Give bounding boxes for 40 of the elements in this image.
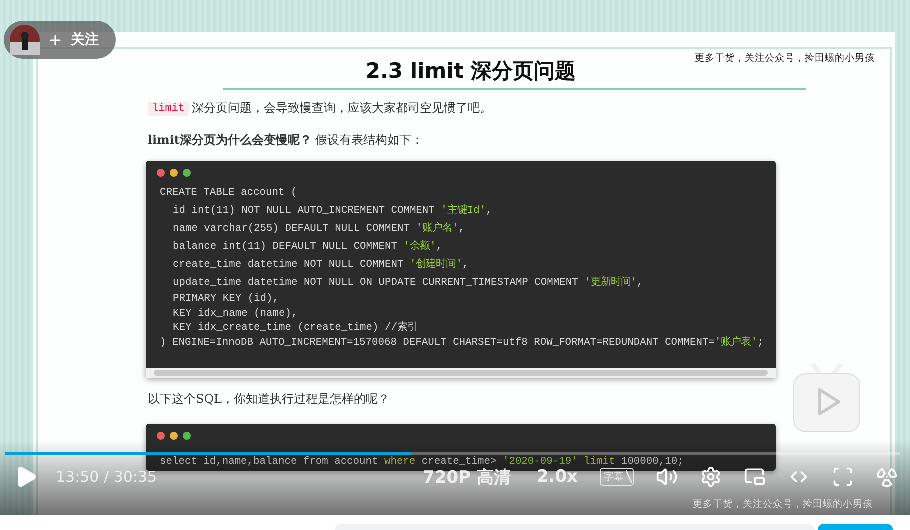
speed-button[interactable]: 2.0x [536,467,578,487]
window-dot-icon [170,432,178,440]
code-line: select id,name,balance from account where create_time> '2020-09-19' limit 100000,10; [160,456,684,468]
window-dot-icon [183,432,191,440]
caption-text: 更多干货，关注公众号，捡田螺的小男孩 [695,52,875,65]
code-line: create_time datetime NOT NULL COMMENT '创建时间', [172,257,469,273]
picture-in-picture-icon[interactable] [744,466,766,488]
code-line: KEY idx_name (name), [172,306,298,321]
slide-title: 2.3 limit 深分页问题 [366,58,576,85]
window-dot-icon [183,169,191,177]
subtitle-button[interactable]: 字幕 [600,468,634,486]
code-line: ) ENGINE=InnoDB AUTO_INCREMENT=1570068 DEFAULT CHARSET=utf8 ROW_FORMAT=REDUNDANT COMMENT='账户表'; [160,336,764,350]
progress-bar[interactable] [5,452,900,455]
inline-code: limit [148,102,190,116]
fullscreen-icon[interactable] [832,466,854,488]
follow-button[interactable]: 关注 [4,21,116,59]
paragraph: 以下这个SQL，你知道执行过程是怎样的呢？ [148,391,390,408]
tv-play-icon[interactable] [792,362,862,434]
code-line: id int(11) NOT NULL AUTO_INCREMENT COMMENT '主键Id', [172,203,492,219]
paragraph: limit深分页为什么会变慢呢？ 假设有表结构如下： [148,132,424,149]
quality-button[interactable]: 720P 高清 [423,466,511,488]
slash-icon [626,470,632,483]
plus-icon [48,32,63,48]
scrollbar[interactable] [146,368,776,378]
code-line: name varchar(255) DEFAULT NULL COMMENT '账户名', [172,221,465,237]
time-display: 13:50 / 30:35 [56,468,158,486]
code-line: KEY idx_create_time (create_time) //索引 [172,321,418,336]
window-dot-icon [157,432,165,440]
volume-icon[interactable] [656,466,678,488]
settings-icon[interactable] [700,466,722,488]
caption-text: 更多干货，关注公众号，捡田螺的小男孩 [693,498,873,511]
code-line: update_time datetime NOT NULL ON UPDATE CURRENT_TIMESTAMP COMMENT '更新时间', [172,275,644,291]
code-line: CREATE TABLE account ( [160,186,298,201]
paragraph: 深分页问题，会导致慢查询，应该大家都司空见惯了吧。 [192,100,492,117]
code-line: balance int(11) DEFAULT NULL COMMENT '余额', [172,239,442,255]
window-dot-icon [170,169,178,177]
radiation-icon[interactable] [876,466,898,488]
window-dot-icon [157,169,165,177]
code-line: PRIMARY KEY (id), [172,292,280,306]
avatar-icon [10,25,40,55]
